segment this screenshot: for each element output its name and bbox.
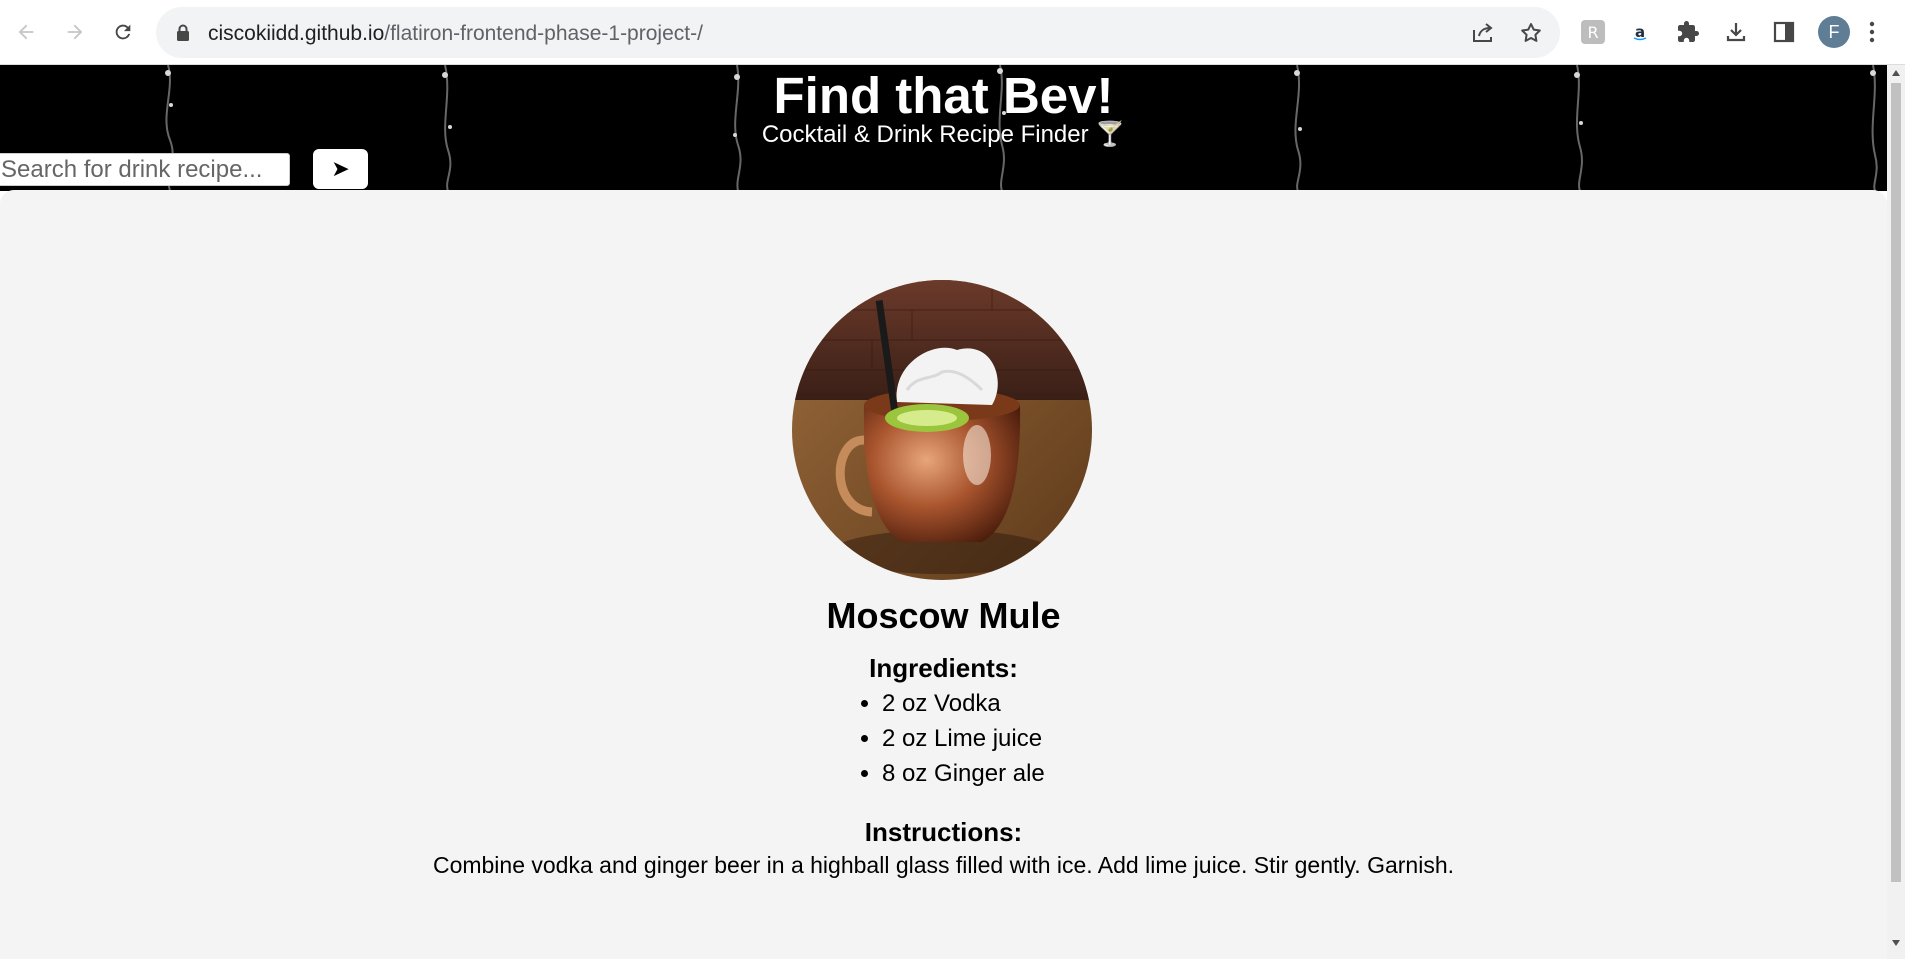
drink-photo: [792, 280, 1092, 580]
puzzle-icon[interactable]: [1670, 14, 1706, 50]
url-text[interactable]: ciscokiidd.github.io/flatiron-frontend-p…: [208, 22, 703, 46]
ingredient-item: 2 oz Lime juice: [882, 721, 1045, 756]
search-input[interactable]: [0, 153, 290, 186]
scrollbar-thumb[interactable]: [1891, 83, 1901, 882]
ingredient-item: 8 oz Ginger ale: [882, 756, 1045, 791]
bookmark-star-icon[interactable]: [1518, 20, 1544, 46]
address-bar[interactable]: ciscokiidd.github.io/flatiron-frontend-p…: [156, 7, 1560, 58]
search-submit-button[interactable]: ➤: [313, 149, 368, 189]
profile-avatar[interactable]: F: [1818, 16, 1850, 48]
back-arrow-icon[interactable]: [8, 14, 44, 50]
download-icon[interactable]: [1718, 14, 1754, 50]
forward-arrow-icon[interactable]: [57, 14, 93, 50]
share-icon[interactable]: [1470, 20, 1496, 46]
ingredients-list: 2 oz Vodka 2 oz Lime juice 8 oz Ginger a…: [858, 686, 1045, 791]
scroll-up-arrow-icon[interactable]: [1887, 65, 1905, 81]
site-header: Find that Bev! Cocktail & Drink Recipe F…: [0, 65, 1887, 191]
drink-name: Moscow Mule: [826, 595, 1061, 636]
instructions-text: Combine vodka and ginger beer in a highb…: [432, 852, 1455, 878]
reload-icon[interactable]: [105, 14, 141, 50]
extension-icon[interactable]: R: [1575, 14, 1611, 50]
ingredient-item: 2 oz Vodka: [882, 686, 1045, 721]
side-panel-icon[interactable]: [1766, 14, 1802, 50]
more-vert-icon[interactable]: [1862, 14, 1882, 50]
scroll-down-arrow-icon[interactable]: [1887, 935, 1905, 951]
site-title: Find that Bev!: [773, 67, 1114, 124]
instructions-heading: Instructions:: [864, 817, 1023, 847]
ingredients-heading: Ingredients:: [869, 653, 1018, 683]
amazon-assistant-icon[interactable]: a: [1622, 14, 1658, 50]
page-scrollbar[interactable]: [1887, 65, 1905, 959]
svg-text:R: R: [1587, 23, 1598, 42]
lock-icon[interactable]: [176, 24, 190, 47]
url-host: ciscokiidd.github.io: [208, 22, 385, 45]
site-subtitle: Cocktail & Drink Recipe Finder 🍸: [761, 121, 1126, 148]
url-path: /flatiron-frontend-phase-1-project-/: [384, 22, 703, 45]
browser-toolbar: ciscokiidd.github.io/flatiron-frontend-p…: [0, 0, 1905, 65]
